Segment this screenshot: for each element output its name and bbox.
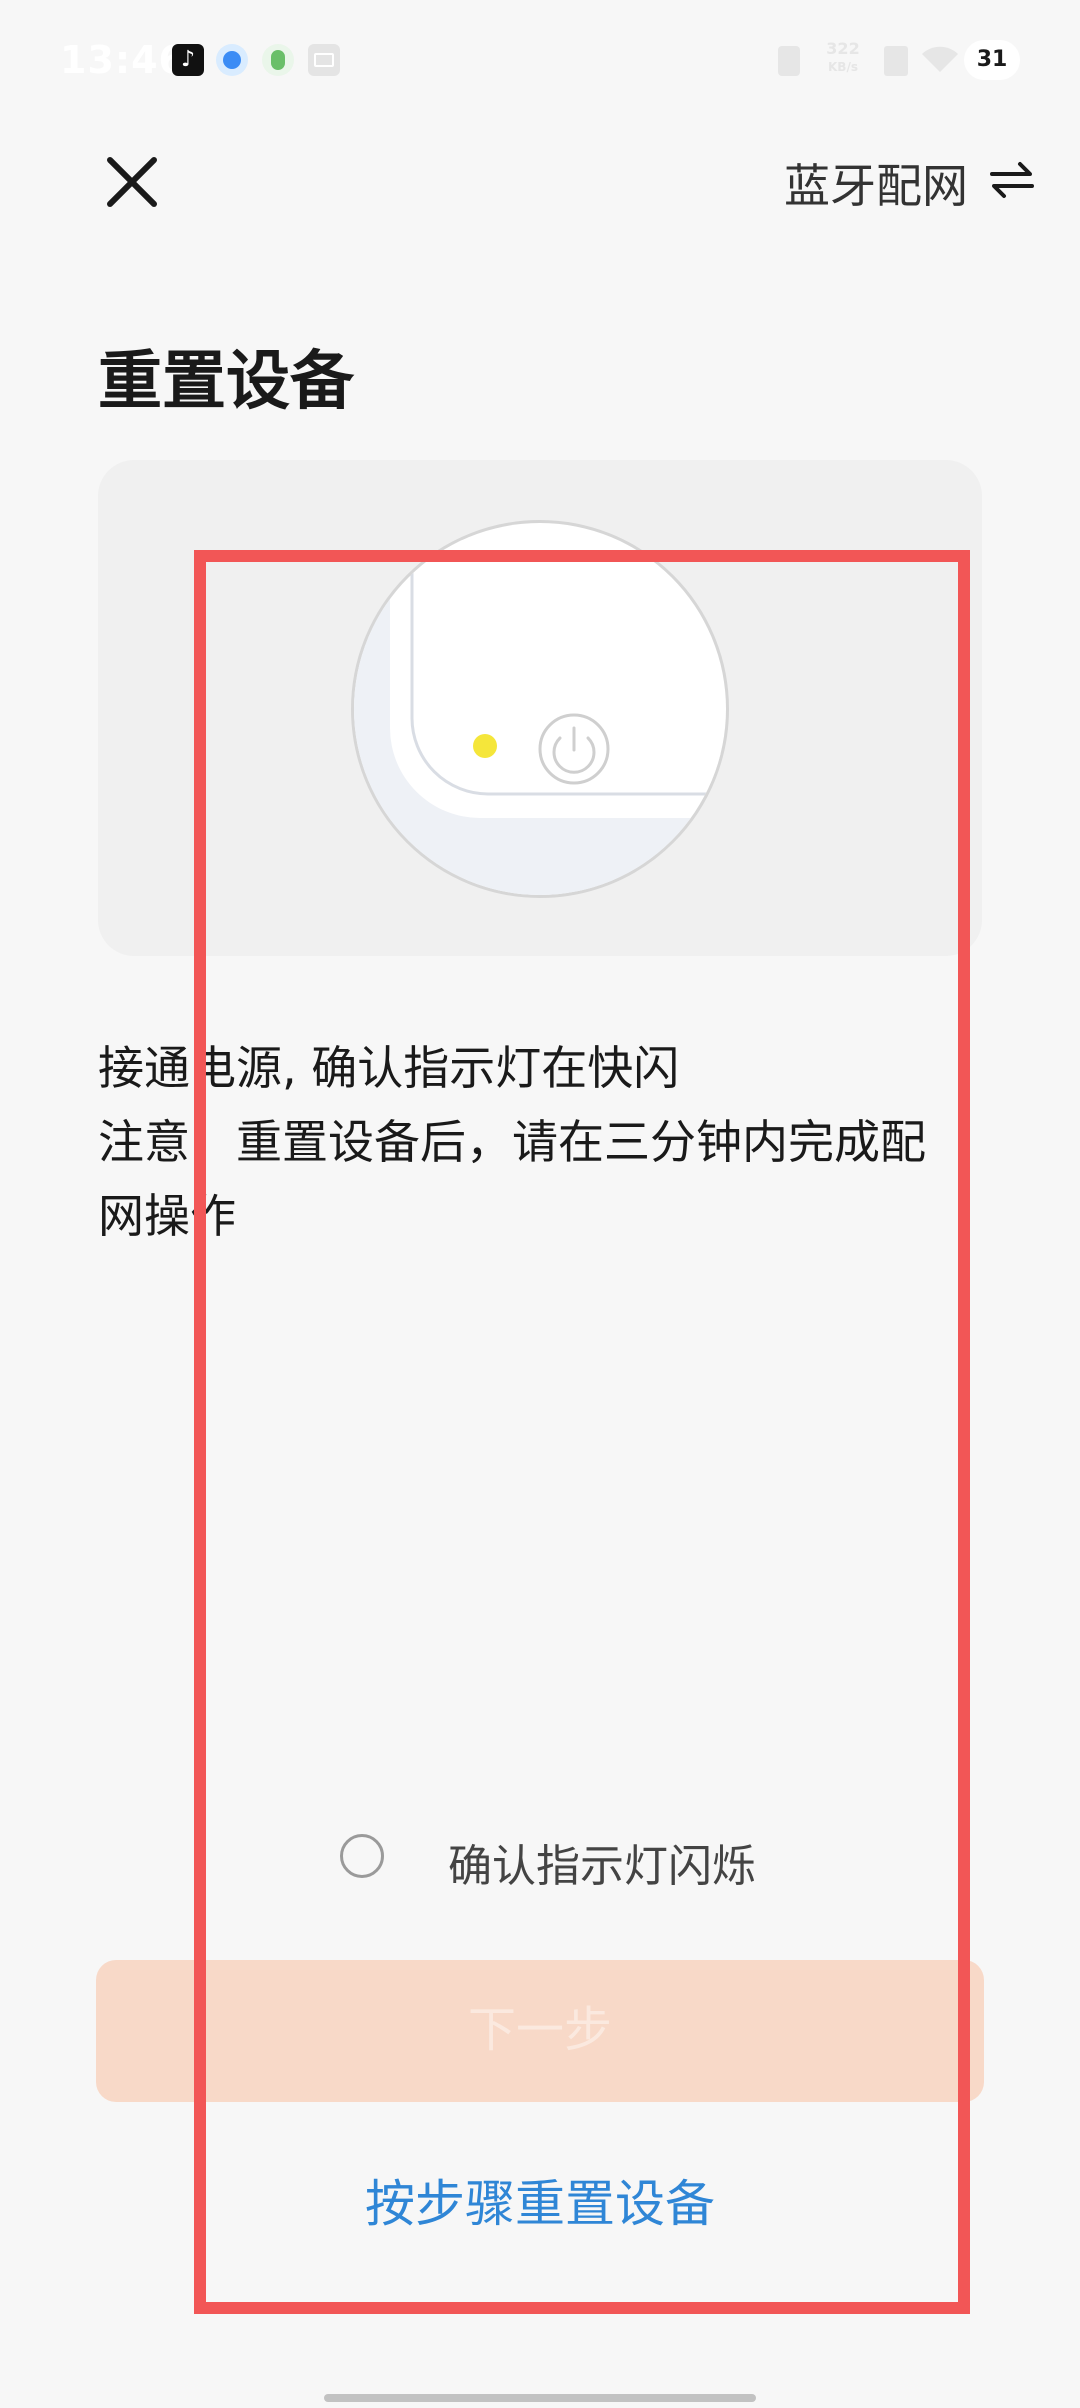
tiktok-icon: ♪ — [172, 44, 204, 76]
app-notification-icon — [216, 44, 248, 76]
qq-icon — [262, 44, 294, 76]
wifi-icon — [922, 46, 958, 72]
status-bar: 13:46 ♪ 322 KB/s 31 — [0, 0, 1080, 130]
highlight-annotation-box — [194, 550, 970, 2314]
swap-arrows-icon[interactable] — [988, 158, 1036, 202]
bluetooth-pairing-link[interactable]: 蓝牙配网 — [784, 150, 968, 216]
mail-icon — [308, 44, 340, 76]
status-time: 13:46 — [60, 38, 186, 82]
network-speed-unit: KB/s — [828, 60, 858, 74]
close-icon[interactable] — [98, 148, 166, 216]
network-speed-value: 322 — [826, 39, 860, 58]
home-indicator[interactable] — [324, 2394, 756, 2402]
battery-indicator: 31 — [964, 40, 1020, 80]
page-title: 重置设备 — [98, 345, 354, 419]
network-speed: 322 KB/s — [818, 40, 868, 76]
sim-icon — [884, 46, 908, 76]
vibrate-icon — [778, 46, 800, 76]
